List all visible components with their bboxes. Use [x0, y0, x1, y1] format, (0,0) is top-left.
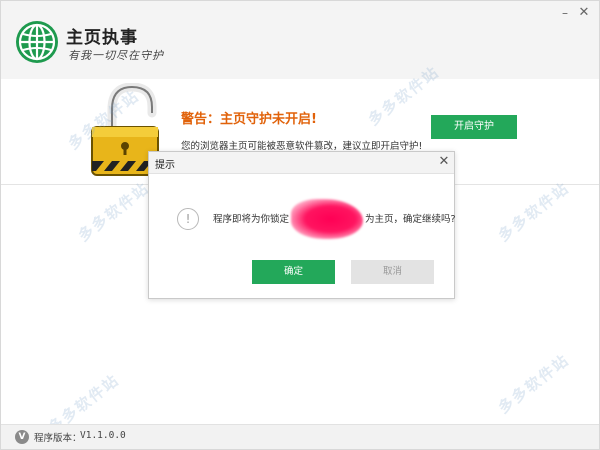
version-value: V1.1.0.0: [80, 430, 126, 441]
status-bar: V 程序版本： V1.1.0.0: [1, 424, 599, 449]
confirm-dialog: 提示 ✕ ! 程序即将为你锁定 为主页，确定继续吗? 确定 取消: [148, 151, 456, 299]
warning-description: 您的浏览器主页可能被恶意软件篡改，建议立即开启守护!: [181, 141, 423, 152]
dialog-message-prefix: 程序即将为你锁定: [213, 214, 290, 225]
app-window: 主页执事 有我一切尽在守护 – ✕ 警告：主页守护未开启! 您的浏览器主页可能被…: [0, 0, 600, 450]
version-label: 程序版本：: [34, 433, 82, 444]
app-slogan: 有我一切尽在守护: [68, 49, 164, 62]
dialog-message-suffix: 为主页，确定继续吗?: [365, 214, 456, 225]
minimize-button[interactable]: –: [556, 5, 574, 21]
dialog-message: 程序即将为你锁定 为主页，确定继续吗?: [213, 198, 456, 239]
dialog-title-bar: 提示 ✕: [149, 152, 454, 174]
app-title: 主页执事: [66, 28, 138, 48]
dialog-close-button[interactable]: ✕: [437, 154, 451, 170]
info-icon: !: [177, 208, 199, 230]
enable-protection-button[interactable]: 开启守护: [431, 115, 517, 139]
watermark-text: 多多软件站: [74, 178, 153, 246]
header: 主页执事 有我一切尽在守护 – ✕: [1, 1, 599, 79]
cancel-button[interactable]: 取消: [351, 260, 434, 284]
ok-button[interactable]: 确定: [252, 260, 335, 284]
watermark-text: 多多软件站: [494, 350, 573, 418]
close-window-button[interactable]: ✕: [575, 5, 593, 21]
version-icon: V: [15, 430, 29, 444]
dialog-title: 提示: [155, 160, 175, 171]
redaction-blot: [291, 198, 364, 239]
watermark-text: 多多软件站: [494, 178, 573, 246]
globe-logo-icon: [16, 21, 58, 63]
warning-title: 警告：主页守护未开启!: [181, 112, 317, 127]
